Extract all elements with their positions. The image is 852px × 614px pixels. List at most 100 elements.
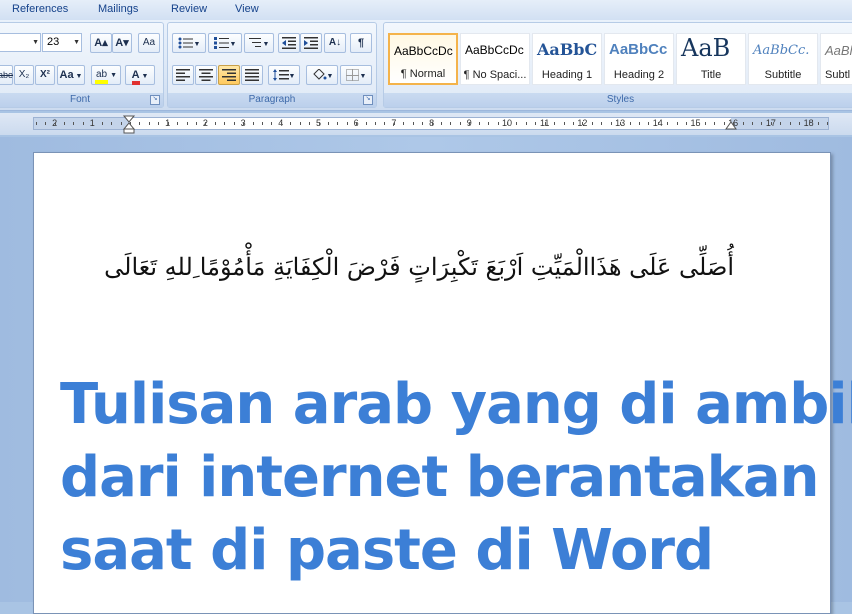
menu-view[interactable]: View <box>235 3 259 15</box>
ruler-tick <box>233 122 235 125</box>
paragraph-dialog-launcher-icon[interactable]: ↘ <box>363 95 373 105</box>
pilcrow-icon[interactable]: ¶ <box>350 33 372 53</box>
ruler-tick <box>827 122 829 125</box>
style-name: Title <box>700 69 722 81</box>
headline-line-1: Tulisan arab yang di ambil <box>60 372 852 437</box>
ruler-tick <box>667 122 669 125</box>
numbering-icon[interactable]: ▼ <box>208 33 242 53</box>
ruler-tick <box>299 122 301 125</box>
shrink-font-icon[interactable]: A▾ <box>112 33 132 53</box>
style-preview: AaBbCc. <box>753 43 810 58</box>
ruler-tick <box>148 122 150 125</box>
change-case-button[interactable]: Aa ▼ <box>57 65 85 85</box>
align-center-icon[interactable] <box>195 65 217 85</box>
justify-glyph <box>245 69 259 82</box>
ruler-tick <box>195 122 197 125</box>
style-no-spacing[interactable]: AaBbCcDc ¶ No Spaci... <box>460 33 530 85</box>
style-preview: AaBbCcDc <box>394 44 453 58</box>
font-name-combo[interactable]: ▼ <box>0 33 41 52</box>
ruler-tick <box>516 122 518 125</box>
style-subtle[interactable]: AaBl Subtl <box>820 33 852 85</box>
ruler-tick <box>365 122 367 125</box>
grow-font-icon[interactable]: A▴ <box>90 33 112 53</box>
subscript-button[interactable]: X₂ <box>14 65 34 85</box>
style-normal[interactable]: AaBbCcDc ¶ Normal <box>388 33 458 85</box>
ruler-tick <box>686 122 688 125</box>
borders-icon[interactable]: ▼ <box>340 65 372 85</box>
menu-references[interactable]: References <box>12 3 68 15</box>
clear-formatting-icon[interactable]: Aa <box>138 33 160 53</box>
bullets-icon[interactable]: ▼ <box>172 33 206 53</box>
chevron-down-icon: ▼ <box>139 73 149 80</box>
ruler-tick <box>572 122 574 125</box>
chevron-down-icon: ▼ <box>73 39 80 46</box>
align-left-icon[interactable] <box>172 65 194 85</box>
align-right-glyph <box>222 69 236 82</box>
ruler-tick <box>205 122 207 125</box>
shading-icon[interactable]: ▼ <box>306 65 338 85</box>
highlight-button[interactable]: ab ▼ <box>91 65 121 85</box>
decrease-indent-icon[interactable] <box>278 33 300 53</box>
font-dialog-launcher-icon[interactable]: ↘ <box>150 95 160 105</box>
style-heading-2[interactable]: AaBbCc Heading 2 <box>604 33 674 85</box>
ruler-tick <box>64 122 66 125</box>
ruler-tick <box>271 122 273 125</box>
ruler-tick <box>629 122 631 125</box>
style-subtitle[interactable]: AaBbCc. Subtitle <box>748 33 818 85</box>
ruler-tick <box>167 122 169 125</box>
style-name: ¶ Normal <box>400 68 446 80</box>
overlay-headline: Tulisan arab yang di ambil dari internet… <box>0 368 852 587</box>
ruler-tick <box>45 122 47 125</box>
paint-bucket-glyph <box>312 68 327 80</box>
style-preview: AaBl <box>825 43 852 58</box>
style-preview: AaBbC <box>537 40 598 59</box>
ruler-tick <box>92 122 94 125</box>
styles-group: AaBbCcDc ¶ Normal AaBbCcDc ¶ No Spaci...… <box>383 22 852 108</box>
menu-review[interactable]: Review <box>171 3 207 15</box>
style-name: Heading 2 <box>613 69 665 81</box>
ruler-tick <box>450 122 452 125</box>
style-title[interactable]: AaB Title <box>676 33 746 85</box>
ruler-tick <box>280 122 282 125</box>
ruler-tick <box>808 122 810 125</box>
ruler-tick <box>638 122 640 125</box>
strikethrough-button[interactable]: abe <box>0 65 13 85</box>
font-size-combo[interactable]: 23 ▼ <box>42 33 82 52</box>
font-color-icon: A <box>131 69 140 85</box>
line-spacing-icon[interactable]: ▼ <box>268 65 300 85</box>
ruler-tick <box>582 122 584 125</box>
right-indent-marker-icon[interactable] <box>725 120 737 130</box>
ruler-tick <box>101 122 103 125</box>
ruler-tick <box>375 122 377 125</box>
ruler-tick <box>714 122 716 125</box>
ruler-tick <box>761 122 763 125</box>
ruler-tick <box>261 122 263 125</box>
ruler-tick <box>186 122 188 125</box>
style-heading-1[interactable]: AaBbC Heading 1 <box>532 33 602 85</box>
menu-mailings[interactable]: Mailings <box>98 3 138 15</box>
styles-group-label: Styles <box>384 93 852 107</box>
first-line-indent-marker-icon[interactable] <box>123 115 135 135</box>
numbering-icon-glyph <box>213 37 229 50</box>
horizontal-ruler[interactable]: 21123456789101112131415161718 <box>0 113 852 135</box>
ruler-tick <box>459 122 461 125</box>
font-color-button[interactable]: A ▼ <box>125 65 155 85</box>
ruler-tick <box>752 122 754 125</box>
superscript-button[interactable]: X² <box>35 65 55 85</box>
ruler-tick <box>177 122 179 125</box>
ruler-tick <box>591 122 593 125</box>
multilevel-list-icon[interactable]: ▼ <box>244 33 274 53</box>
increase-indent-icon[interactable] <box>300 33 322 53</box>
ruler-tick <box>243 122 245 125</box>
ruler-tick <box>384 122 386 125</box>
justify-icon[interactable] <box>241 65 263 85</box>
ribbon: ▼ 23 ▼ A▴ A▾ Aa abe X₂ X² Aa ▼ ab ▼ A ▼ F… <box>0 20 852 111</box>
decrease-indent-glyph <box>282 37 296 50</box>
ruler-tick <box>431 122 433 125</box>
ruler-tick <box>695 122 697 125</box>
borders-glyph <box>345 69 359 82</box>
sort-icon[interactable]: A↓ <box>324 33 346 53</box>
align-right-icon[interactable] <box>218 65 240 85</box>
ruler-tick <box>601 122 603 125</box>
ruler-tick <box>789 122 791 125</box>
